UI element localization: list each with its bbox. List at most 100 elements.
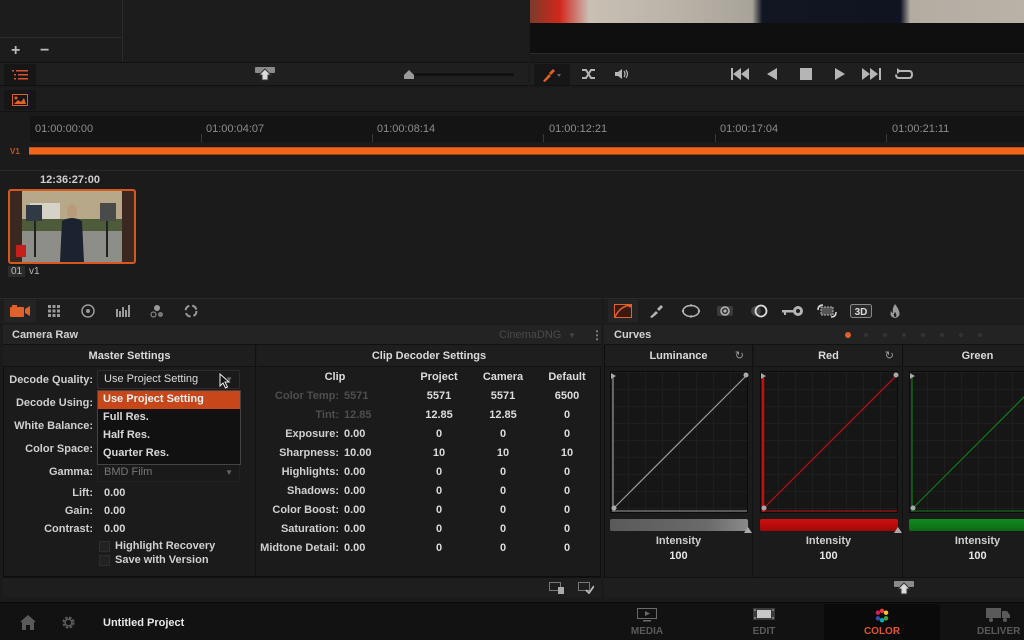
media-pool-bins[interactable]: + − [0,0,123,62]
page-tab-edit[interactable]: EDIT [706,604,822,640]
section-title: Master Settings [88,350,171,362]
save-with-version-checkbox[interactable] [99,555,110,566]
contrast-label: Contrast: [44,523,93,535]
dropdown-option-use-project-setting[interactable]: Use Project Setting [98,391,240,409]
curve-channel-red: Red ↻ Intensity 100 [755,345,903,577]
viewer-scrubber[interactable] [530,53,1024,61]
play-icon[interactable] [833,66,847,82]
window-icon[interactable] [680,303,702,319]
motion-icon[interactable] [183,303,199,319]
param-label: Color Temp: [275,390,339,402]
timeline-ruler[interactable]: 01:00:00:00 01:00:04:07 01:00:08:14 01:0… [30,116,1024,142]
play-reverse-icon[interactable] [765,66,779,82]
clip-value[interactable]: 0.00 [344,428,365,440]
intensity-bar[interactable] [760,519,898,531]
page-dot[interactable] [864,333,868,337]
default-value: 0 [563,542,571,554]
lift-value[interactable]: 0.00 [104,487,125,499]
ruler-tick [886,134,887,142]
page-dot[interactable] [883,333,887,337]
tracker-icon[interactable] [715,303,735,319]
page-dot[interactable] [845,332,851,338]
list-view-icon[interactable] [4,64,36,85]
save-with-version-label: Save with Version [115,554,209,566]
codec-select[interactable]: CinemaDNG [499,329,561,341]
expand-panel-icon[interactable] [254,65,276,83]
column-header-default: Default [548,371,586,383]
page-dot[interactable] [978,333,982,337]
zoom-slider-track[interactable] [414,73,514,76]
thumbnail-view-icon[interactable] [4,90,36,110]
nodes-icon[interactable] [149,303,165,319]
intensity-handle[interactable] [894,527,902,533]
apply-check-icon[interactable] [577,581,595,595]
clip-value[interactable]: 0.00 [344,485,365,497]
page-dot[interactable] [959,333,963,337]
page-tab-color[interactable]: COLOR [824,604,940,640]
qualifier-icon[interactable] [648,303,664,319]
intensity-bar[interactable] [909,519,1024,531]
reset-icon[interactable]: ↻ [735,349,744,362]
camera-raw-icon[interactable] [9,303,31,319]
fire-icon[interactable] [887,303,903,319]
skip-forward-icon[interactable] [861,66,883,82]
page-tab-media[interactable]: MEDIA [589,604,705,640]
page-dot[interactable] [902,333,906,337]
dropdown-option-half-res[interactable]: Half Res. [98,427,240,445]
blur-icon[interactable] [749,303,769,319]
stop-icon[interactable] [799,66,813,82]
remove-bin-button[interactable]: − [40,42,49,60]
more-options-icon[interactable]: ⋮ [591,328,603,342]
clip-value[interactable]: 0.00 [344,466,365,478]
timecode-label: 01:00:04:07 [206,123,265,135]
grid-icon[interactable] [46,303,62,319]
intensity-value[interactable]: 100 [904,550,1024,562]
home-icon[interactable] [19,614,37,630]
gain-value[interactable]: 0.00 [104,505,125,517]
intensity-bar[interactable] [610,519,748,531]
eyedropper-icon[interactable] [534,64,570,85]
reset-icon[interactable]: ↻ [885,349,894,362]
3d-icon[interactable]: 3D [849,303,873,319]
zoom-slider-handle[interactable] [404,69,414,79]
primaries-icon[interactable] [80,303,96,319]
intensity-handle[interactable] [744,527,752,533]
highlight-recovery-checkbox[interactable] [99,541,110,552]
video-track-clip-bar[interactable] [29,147,1024,155]
expand-panel-icon[interactable] [893,580,915,596]
intensity-value[interactable]: 100 [605,550,752,562]
curve-graph[interactable] [760,371,899,513]
skip-back-icon[interactable] [730,66,752,82]
sizing-icon[interactable] [816,303,838,319]
clip-value[interactable]: 0.00 [344,504,365,516]
add-bin-button[interactable]: + [11,42,20,60]
key-icon[interactable] [781,303,805,319]
clip-value[interactable]: 0.00 [344,542,365,554]
clip-value[interactable]: 10.00 [344,447,372,459]
curve-graph[interactable] [909,371,1024,513]
clip-thumbnail[interactable] [8,189,136,264]
page-dot[interactable] [940,333,944,337]
apply-to-clip-icon[interactable] [548,581,566,595]
shuffle-icon[interactable] [580,66,598,82]
intensity-value[interactable]: 100 [755,550,902,562]
dropdown-option-quarter-res[interactable]: Quarter Res. [98,445,240,463]
gear-icon[interactable] [59,614,77,630]
ruler-tick [372,134,373,142]
curves-icon[interactable] [612,303,634,319]
page-tab-deliver[interactable]: DELIVER [940,604,1024,640]
rgb-mixer-icon[interactable] [115,303,131,319]
gamma-select[interactable]: BMD Film ▼ [97,463,240,482]
media-toolbar [0,62,528,86]
volume-icon[interactable] [613,66,631,82]
section-title: Clip Decoder Settings [371,350,487,362]
timeline-header [0,88,1024,112]
loop-icon[interactable] [894,66,914,82]
page-dot[interactable] [921,333,925,337]
contrast-value[interactable]: 0.00 [104,523,125,535]
divider [0,170,1024,171]
curve-name: Green [961,350,994,362]
dropdown-option-full-res[interactable]: Full Res. [98,409,240,427]
clip-value[interactable]: 0.00 [344,523,365,535]
curve-graph[interactable] [610,371,749,513]
